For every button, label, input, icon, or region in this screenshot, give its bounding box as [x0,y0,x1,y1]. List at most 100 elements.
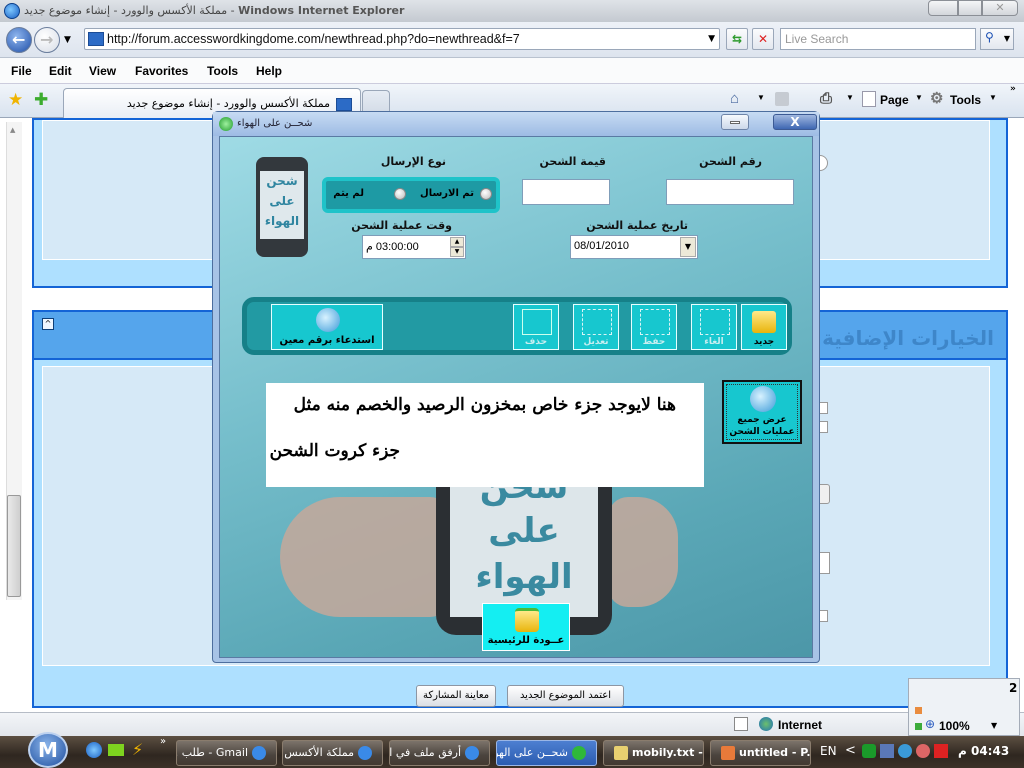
menu-help[interactable]: Help [256,64,282,78]
history-dropdown[interactable]: ▼ [64,35,71,45]
recall-by-number-button[interactable]: استدعاء برقم معين [271,304,383,350]
show-all-operations-button[interactable]: عرض جميع عمليات الشحن [722,380,802,444]
back-button[interactable]: ← [6,27,32,53]
taskbar-item-attach[interactable]: أرفق ملف في الم... [389,740,490,766]
quicklaunch-more-icon[interactable]: » [160,736,166,747]
tools-menu-button[interactable]: Tools [950,93,981,107]
search-button[interactable]: ⚲ ▼ [980,28,1014,50]
add-favorite-icon[interactable]: ✚ [34,90,48,110]
favorites-star-icon[interactable]: ★ [8,90,23,110]
note-textbox[interactable]: هنا لايوجد جزء خاص بمخزون الرصيد والخصم … [266,383,704,487]
page-menu-button[interactable]: Page [880,93,909,107]
dialog-titlebar: شحــن على الهواء X [213,112,819,136]
note-line-2: جزء كروت الشحن [269,441,400,461]
stop-button[interactable]: ✕ [752,28,774,50]
start-button[interactable]: M [28,732,68,768]
radio-sent[interactable] [480,188,492,200]
search-input[interactable]: Live Search [780,28,976,50]
ie-logo-icon [4,3,20,19]
language-indicator[interactable]: EN [820,744,837,758]
collapse-icon[interactable]: ^ [42,318,54,330]
taskbar-item-forum[interactable]: مملكة الأكسس وا... [282,740,383,766]
edit-icon [582,309,612,335]
globe-icon [759,717,773,731]
url-text[interactable]: http://forum.accesswordkingdome.com/newt… [107,32,520,46]
dialog-close-button[interactable]: X [773,114,817,130]
print-dropdown-icon[interactable]: ▼ [846,93,854,102]
new-scroll-icon [752,311,776,333]
chevron-more-icon[interactable]: » [1010,84,1016,94]
rss-feed-icon[interactable] [775,92,789,106]
charge-date-picker[interactable]: 08/01/2010 ▼ [570,235,698,259]
zoom-dropdown-icon[interactable]: ▼ [991,721,997,730]
tray-network-icon[interactable] [880,744,894,758]
menu-file[interactable]: File [11,64,32,78]
arrow-right-icon: → [40,30,54,49]
zoom-panel: 2 ⊕ 100% ▼ [908,678,1020,736]
taskbar-item-charging-app[interactable]: شحــن على الهواء [496,740,597,766]
scroll-up-icon[interactable]: ▲ [10,126,15,134]
send-type-radio-group: تم الارسال لم يتم [322,177,500,213]
charge-value-input[interactable] [522,179,610,205]
edit-record-button[interactable]: تعديل [573,304,619,350]
clock[interactable]: 04:43 م [958,744,1009,758]
dialog-minimize-button[interactable] [721,114,749,130]
ie-icon [358,746,372,760]
forward-button[interactable]: → [34,27,60,53]
quicklaunch-desktop-icon[interactable] [108,744,124,756]
quicklaunch-app-icon[interactable]: ⚡ [132,740,143,759]
tray-security-icon[interactable] [916,744,930,758]
page-dropdown-icon[interactable]: ▼ [915,93,923,102]
tray-expand-icon[interactable]: < [845,743,856,758]
new-record-button[interactable]: جديد [741,304,787,350]
radio-sent-label[interactable]: تم الارسال [420,188,474,199]
print-icon[interactable]: ⎙ [820,90,832,107]
back-to-main-button[interactable]: عــودة للرئيسية [482,603,570,651]
delete-icon [522,309,552,335]
status-bar: Internet [0,712,1024,736]
scrollbar-thumb[interactable] [7,495,21,597]
time-up-icon[interactable]: ▲ [450,237,464,247]
tools-dropdown-icon[interactable]: ▼ [989,93,997,102]
close-window-button[interactable]: ✕ [982,0,1018,16]
save-record-button[interactable]: حفظ [631,304,677,350]
restore-button[interactable] [958,0,982,16]
minimize-button[interactable] [928,0,958,16]
cancel-record-button[interactable]: الغاء [691,304,737,350]
home-icon[interactable]: ⌂ [730,90,739,107]
menu-view[interactable]: View [89,64,116,78]
radio-not-sent[interactable] [394,188,406,200]
preview-post-button[interactable]: معاينة المشاركة [416,685,496,707]
tray-download-icon[interactable] [898,744,912,758]
arrow-left-icon: ← [12,30,26,49]
date-dropdown-icon[interactable]: ▼ [680,237,696,257]
home-dropdown-icon[interactable]: ▼ [757,93,765,102]
taskbar-item-gmail[interactable]: Gmail - طلب ... [176,740,277,766]
charge-number-input[interactable] [666,179,794,205]
taskbar-item-paint[interactable]: untitled - P... [710,740,811,766]
page-favicon-icon [88,32,104,46]
quicklaunch-ie-icon[interactable] [86,742,102,758]
taskbar-item-notepad[interactable]: mobily.txt -... [603,740,704,766]
address-dropdown-icon[interactable]: ▼ [708,34,715,44]
ie-icon [252,746,266,760]
refresh-button[interactable]: ⇆ [726,28,748,50]
delete-record-button[interactable]: حذف [513,304,559,350]
tab-title: مملكة الأكسس والوورد - إنشاء موضوع جديد [126,97,330,110]
menu-edit[interactable]: Edit [49,64,72,78]
charging-dialog: شحــن على الهواء X شحن على الهواء شحن عل… [212,111,820,663]
charge-time-input[interactable]: 03:00:00 م ▲ ▼ [362,235,466,259]
tray-shield-icon[interactable] [862,744,876,758]
tray-antivirus-icon[interactable] [934,744,948,758]
send-type-label: نوع الإرسال [380,155,446,168]
address-bar[interactable]: http://forum.accesswordkingdome.com/newt… [84,28,720,50]
radio-not-sent-label[interactable]: لم يتم [333,188,364,199]
submit-thread-button[interactable]: اعتمد الموضوع الجديد [507,685,624,707]
logo-phone-image: شحن على الهواء [256,157,308,257]
zoom-level[interactable]: 100% [939,719,970,733]
popup-blocked-icon[interactable] [734,717,748,731]
time-down-icon[interactable]: ▼ [450,247,464,257]
menu-favorites[interactable]: Favorites [135,64,188,78]
magnifier-icon [316,308,340,332]
menu-tools[interactable]: Tools [207,64,238,78]
